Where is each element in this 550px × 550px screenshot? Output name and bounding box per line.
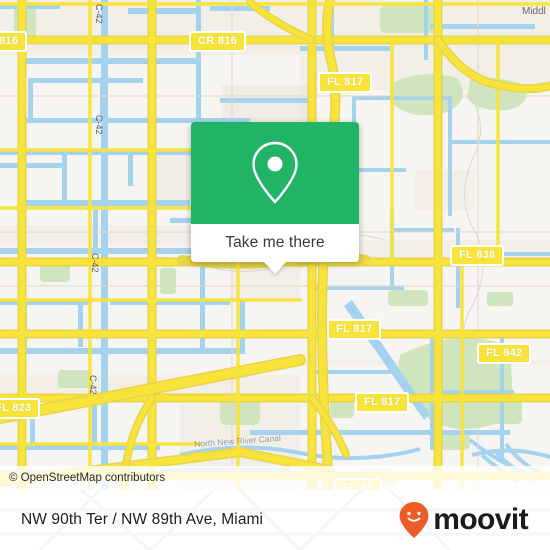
moovit-smiley-pin-icon <box>399 502 429 538</box>
page-title: NW 90th Ter / NW 89th Ave, Miami <box>21 511 264 528</box>
map-canvas[interactable]: .w { fill:#a5d3ee; } .wl { stroke:#a5d3e… <box>0 0 550 490</box>
attribution-bar: © OpenStreetMap contributors <box>0 466 550 490</box>
road-shield[interactable]: FL 817 <box>355 392 410 413</box>
canal-label: C-42 <box>94 4 104 24</box>
road-shield[interactable]: FL 823 <box>0 398 41 419</box>
road-shield[interactable]: FL 838 <box>450 245 505 266</box>
screenshot-root: .w { fill:#a5d3ee; } .wl { stroke:#a5d3e… <box>0 0 550 550</box>
map-pin-icon <box>252 141 298 204</box>
callout-header <box>191 122 359 224</box>
road-shield[interactable]: FL 817 <box>318 72 373 93</box>
canal-label: C-42 <box>90 253 100 273</box>
road-shield[interactable]: 816 <box>0 31 28 52</box>
callout-footer[interactable]: Take me there <box>191 224 359 274</box>
road-shield[interactable]: FL 817 <box>327 319 382 340</box>
road-shield[interactable]: FL 842 <box>477 343 532 364</box>
osm-attribution[interactable]: © OpenStreetMap contributors <box>0 472 165 484</box>
location-callout[interactable]: Take me there <box>191 122 359 274</box>
place-label-middle: Middl <box>522 6 546 17</box>
take-me-there-label: Take me there <box>225 234 325 251</box>
canal-label: C-42 <box>88 375 98 395</box>
canal-label: C-42 <box>94 115 104 135</box>
footer-bar: NW 90th Ter / NW 89th Ave, Miami moovit <box>0 490 550 550</box>
callout-tail <box>264 262 286 274</box>
moovit-brand[interactable]: moovit <box>398 501 550 539</box>
brand-wordmark: moovit <box>433 503 528 536</box>
road-shield[interactable]: CR 816 <box>189 31 247 52</box>
